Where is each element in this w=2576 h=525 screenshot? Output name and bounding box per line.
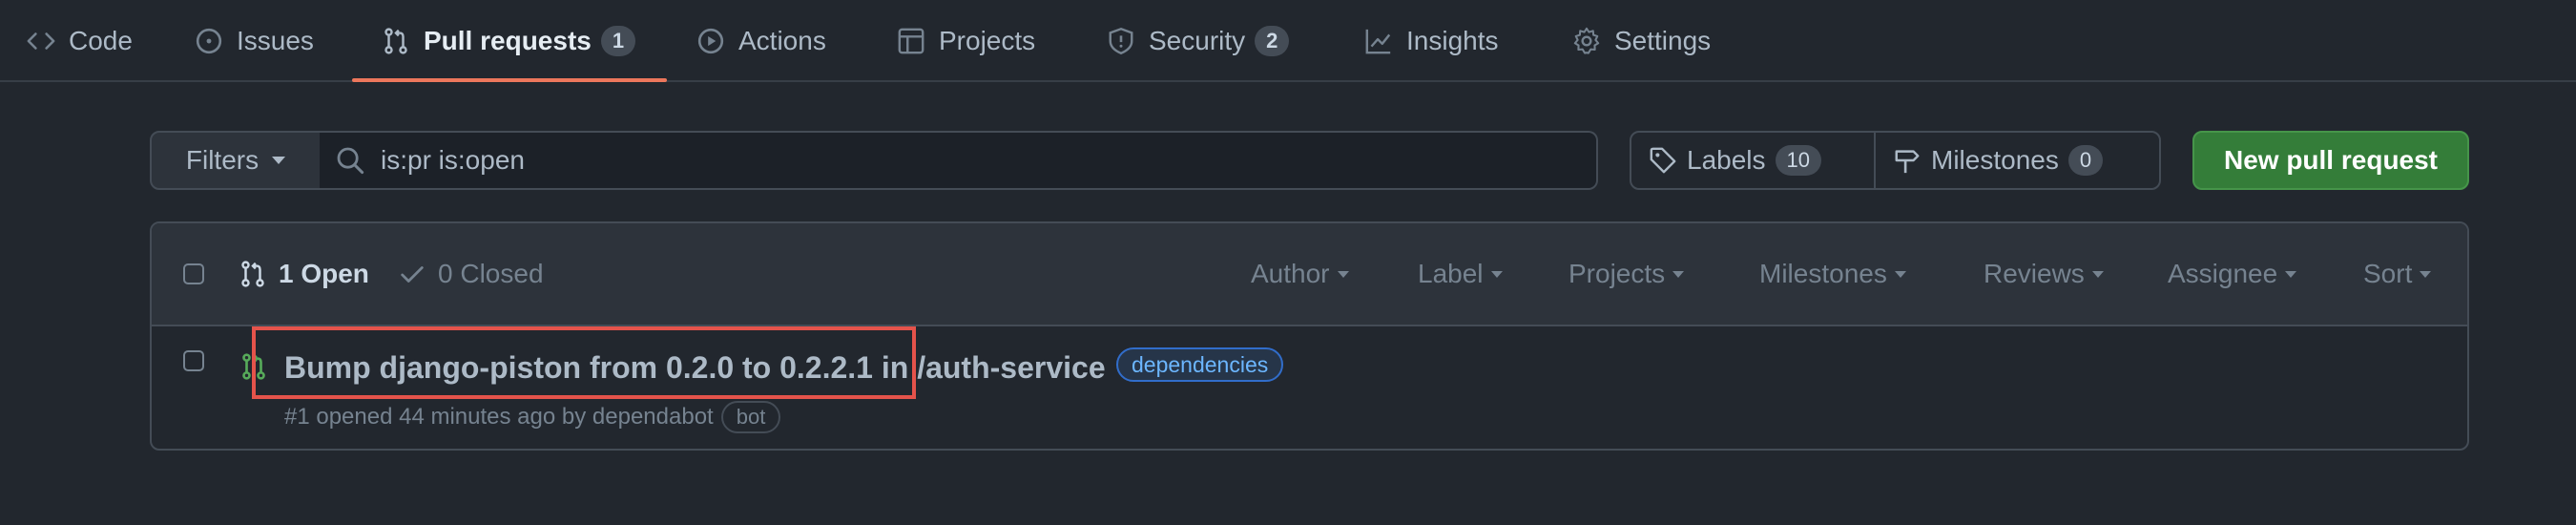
milestones-filter[interactable]: Milestones — [1759, 223, 1906, 325]
tab-security[interactable]: Security 2 — [1107, 0, 1290, 82]
pull-request-meta-text: #1 opened 44 minutes ago by dependabot — [284, 404, 714, 430]
open-filter[interactable]: 1 Open — [239, 223, 369, 325]
tab-issues-label: Issues — [237, 26, 314, 55]
tab-issues[interactable]: Issues — [195, 0, 314, 82]
tab-security-label: Security — [1149, 26, 1246, 55]
reviews-filter-label: Reviews — [1984, 259, 2085, 288]
table-icon — [897, 27, 925, 55]
label-filter[interactable]: Label — [1418, 223, 1503, 325]
pull-request-list: 1 Open 0 Closed Author Label Projects Mi… — [150, 221, 2469, 451]
active-tab-underline — [352, 78, 667, 82]
chevron-down-icon — [1672, 270, 1685, 278]
closed-filter[interactable]: 0 Closed — [398, 223, 544, 325]
chevron-down-icon — [272, 157, 286, 164]
sort-filter[interactable]: Sort — [2363, 223, 2432, 325]
milestone-icon — [1893, 146, 1922, 175]
graph-icon — [1364, 27, 1393, 55]
search-icon — [335, 145, 365, 176]
projects-filter[interactable]: Projects — [1568, 223, 1685, 325]
pull-requests-count: 1 — [600, 26, 636, 56]
milestones-label: Milestones — [1931, 145, 2059, 175]
labels-button[interactable]: Labels 10 — [1630, 131, 1876, 190]
open-count-label: 1 Open — [279, 259, 369, 288]
author-filter[interactable]: Author — [1251, 223, 1349, 325]
tab-actions[interactable]: Actions — [696, 0, 826, 82]
milestones-count: 0 — [2067, 145, 2104, 176]
tab-pull-requests-label: Pull requests — [424, 26, 592, 55]
tab-projects[interactable]: Projects — [897, 0, 1035, 82]
labels-count: 10 — [1775, 145, 1821, 176]
gear-icon — [1572, 27, 1601, 55]
chevron-down-icon — [2091, 270, 2104, 278]
git-pull-request-icon — [239, 351, 268, 382]
labels-label: Labels — [1687, 145, 1766, 175]
list-header: 1 Open 0 Closed Author Label Projects Mi… — [152, 223, 2467, 326]
reviews-filter[interactable]: Reviews — [1984, 223, 2104, 325]
assignee-filter-label: Assignee — [2168, 259, 2278, 288]
select-all-checkbox[interactable] — [183, 263, 204, 284]
tab-insights-label: Insights — [1406, 26, 1499, 55]
chevron-down-icon — [1894, 270, 1906, 278]
repo-nav: Code Issues Pull requests 1 Actions Proj… — [0, 0, 2576, 82]
git-pull-request-icon — [382, 27, 410, 55]
assignee-filter[interactable]: Assignee — [2168, 223, 2297, 325]
dependencies-label-badge[interactable]: dependencies — [1116, 347, 1284, 382]
git-pull-request-icon — [239, 260, 267, 288]
label-filter-label: Label — [1418, 259, 1484, 288]
filters-button[interactable]: Filters — [150, 131, 322, 190]
closed-count-label: 0 Closed — [438, 259, 544, 288]
tab-projects-label: Projects — [939, 26, 1036, 55]
code-icon — [27, 27, 55, 55]
tab-pull-requests[interactable]: Pull requests 1 — [382, 0, 636, 82]
filters-label: Filters — [185, 145, 260, 175]
tab-insights[interactable]: Insights — [1364, 0, 1499, 82]
milestones-filter-label: Milestones — [1759, 259, 1887, 288]
sort-filter-label: Sort — [2363, 259, 2413, 288]
bot-badge: bot — [720, 401, 781, 433]
search-box — [320, 131, 1598, 190]
tab-code[interactable]: Code — [27, 0, 133, 82]
chevron-down-icon — [1337, 270, 1349, 278]
tab-code-label: Code — [69, 26, 133, 55]
projects-filter-label: Projects — [1568, 259, 1666, 288]
tab-actions-label: Actions — [738, 26, 826, 55]
chevron-down-icon — [2420, 270, 2432, 278]
pull-request-title-link[interactable]: Bump django-piston from 0.2.0 to 0.2.2.1… — [284, 350, 1106, 386]
tab-settings-label: Settings — [1614, 26, 1712, 55]
chevron-down-icon — [1490, 270, 1503, 278]
tag-icon — [1649, 146, 1677, 175]
check-icon — [398, 260, 426, 288]
security-count: 2 — [1255, 26, 1290, 56]
tab-settings[interactable]: Settings — [1572, 0, 1711, 82]
author-filter-label: Author — [1251, 259, 1330, 288]
milestones-button[interactable]: Milestones 0 — [1874, 131, 2161, 190]
row-checkbox[interactable] — [183, 350, 204, 371]
new-pull-request-button[interactable]: New pull request — [2192, 131, 2469, 190]
play-icon — [696, 27, 725, 55]
search-input[interactable] — [379, 144, 1527, 177]
pull-request-meta: #1 opened 44 minutes ago by dependabot b… — [284, 401, 781, 433]
chevron-down-icon — [2285, 270, 2297, 278]
shield-icon — [1107, 27, 1135, 55]
issue-opened-icon — [195, 27, 223, 55]
